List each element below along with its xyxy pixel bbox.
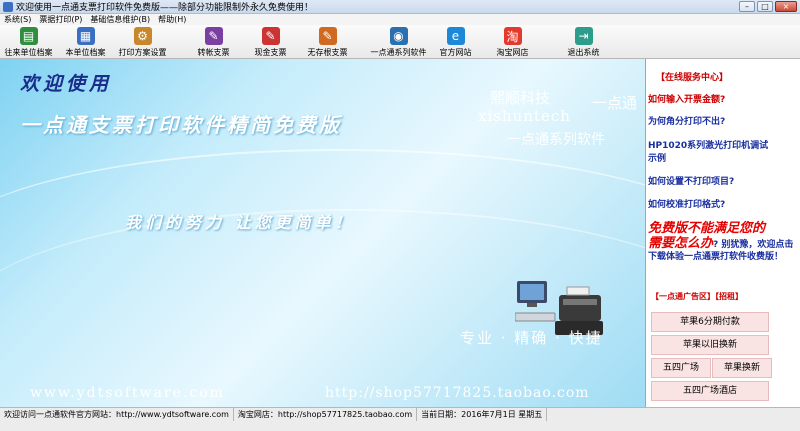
title-bar: 欢迎使用一点通支票打印软件免费版——除部分功能限制外永久免费使用！ – □ × xyxy=(0,0,800,14)
cash-check-icon: ✎ xyxy=(261,27,280,45)
shop-url[interactable]: http://shop57717825.taobao.com xyxy=(325,385,590,401)
product-name: 一点通支票打印软件精简免费版 xyxy=(20,113,342,137)
ad-area-label: 【一点通广告区】【招租】 xyxy=(651,292,743,301)
welcome-text: 欢迎使用 xyxy=(20,73,113,95)
close-button[interactable]: × xyxy=(775,1,797,12)
maximize-button[interactable]: □ xyxy=(757,1,773,12)
ad-button[interactable]: 苹果换新 xyxy=(712,358,772,378)
minimize-button[interactable]: – xyxy=(739,1,755,12)
stubless-check-icon: ✎ xyxy=(318,27,337,45)
status-website: 欢迎访问一点通软件官方网站：http://www.ydtsoftware.com xyxy=(0,408,234,421)
app-icon xyxy=(3,1,13,12)
toolbar-button[interactable]: ⇥ 退出系统 xyxy=(555,25,612,59)
toolbar-button-label: 现金支票 xyxy=(254,48,287,57)
toolbar-button[interactable]: ▦ 本单位档案 xyxy=(57,25,114,59)
transfer-check-icon: ✎ xyxy=(204,27,223,45)
toolbar-button-label: 打印方案设置 xyxy=(118,48,167,57)
brand-name-en: xishuntech xyxy=(478,107,571,125)
promo-headline: 需要怎么办 xyxy=(648,236,714,251)
brand-short-name: 一点通 xyxy=(592,94,638,112)
faq-link[interactable]: 如何设置不打印项目? xyxy=(648,174,734,187)
website-icon: e xyxy=(446,27,465,45)
service-center-title: 【在线服务中心】 xyxy=(656,73,729,83)
tagline-text: 专业 · 精确 · 快捷 xyxy=(460,329,603,347)
toolbar-button-label: 转帐支票 xyxy=(197,48,230,57)
faq-link[interactable]: 如何输入开票金额? xyxy=(648,92,725,105)
menu-print[interactable]: 票据打印(P) xyxy=(35,14,86,25)
menu-system[interactable]: 系统(S) xyxy=(0,14,35,25)
toolbar-button[interactable]: 淘淘宝网店 xyxy=(484,25,541,59)
software-series-text: 一点通系列软件 xyxy=(507,132,605,148)
ad-button[interactable]: 苹果6分期付款 xyxy=(651,312,769,332)
company-icon: ▦ xyxy=(76,27,95,45)
menu-bar: 系统(S) 票据打印(P) 基础信息维护(B) 帮助(H) xyxy=(0,14,800,25)
toolbar: ▤ 往来单位档案 ▦ 本单位档案 ⚙ 打印方案设置 ✎ 转帐支票 ✎ 现金支票 ✎ 无存根支票 ◉ 一点通… xyxy=(0,25,800,59)
toolbar-button[interactable]: ⚙ 打印方案设置 xyxy=(114,25,171,59)
toolbar-button-label: 本单位档案 xyxy=(65,48,106,57)
status-shop: 淘宝网店：http://shop57717825.taobao.com xyxy=(234,408,418,421)
welcome-banner: 欢迎使用 一点通支票打印软件精简免费版 熙顺科技 一点通 xishuntech … xyxy=(0,59,645,407)
toolbar-button[interactable]: e 官方网站 xyxy=(427,25,484,59)
software-series-icon: ◉ xyxy=(389,27,408,45)
website-url[interactable]: www.ydtsoftware.com xyxy=(30,385,225,401)
toolbar-button[interactable]: ✎ 无存根支票 xyxy=(299,25,356,59)
slogan-text: 我们的努力 让您更简单！ xyxy=(125,213,355,232)
window-controls: – □ × xyxy=(739,1,797,12)
window-title: 欢迎使用一点通支票打印软件免费版——除部分功能限制外永久免费使用！ xyxy=(16,3,314,13)
toolbar-button-label: 退出系统 xyxy=(567,48,600,57)
toolbar-button-label: 官方网站 xyxy=(439,48,472,57)
ad-button[interactable]: 五四广场酒店 xyxy=(651,381,769,401)
status-bar: 欢迎访问一点通软件官方网站：http://www.ydtsoftware.com… xyxy=(0,407,800,431)
faq-link[interactable]: 如何校准打印格式? xyxy=(648,197,725,210)
brand-name-cn: 熙顺科技 xyxy=(490,89,551,107)
ad-button[interactable]: 五四广场 xyxy=(651,358,711,378)
toolbar-button-label: 一点通系列软件 xyxy=(370,48,427,57)
toolbar-button[interactable]: ✎ 转帐支票 xyxy=(185,25,242,59)
exit-icon: ⇥ xyxy=(574,27,593,45)
promo-text[interactable]: 免费版不能满足您的 需要怎么办? 别犹豫，欢迎点击下载体验一点通票打软件收费版！ xyxy=(648,221,798,263)
toolbar-button-label: 无存根支票 xyxy=(307,48,348,57)
faq-link[interactable]: HP1020系列激光打印机调试 xyxy=(648,138,768,151)
toolbar-button-label: 淘宝网店 xyxy=(496,48,529,57)
toolbar-button[interactable]: ◉ 一点通系列软件 xyxy=(370,25,427,59)
faq-link[interactable]: 示例 xyxy=(648,151,666,164)
ad-button[interactable]: 苹果以旧换新 xyxy=(651,335,769,355)
faq-link[interactable]: 为何角分打印不出? xyxy=(648,114,725,127)
status-date: 当前日期：2016年7月1日 星期五 xyxy=(417,408,548,421)
toolbar-button[interactable]: ✎ 现金支票 xyxy=(242,25,299,59)
menu-help[interactable]: 帮助(H) xyxy=(154,14,190,25)
contacts-icon: ▤ xyxy=(19,27,38,45)
toolbar-button[interactable]: ▤ 往来单位档案 xyxy=(0,25,57,59)
menu-basic-info[interactable]: 基础信息维护(B) xyxy=(86,14,154,25)
toolbar-button-label: 往来单位档案 xyxy=(4,48,53,57)
print-settings-icon: ⚙ xyxy=(133,27,152,45)
service-sidebar: 【在线服务中心】 如何输入开票金额? 为何角分打印不出? HP1020系列激光打… xyxy=(645,59,800,407)
taobao-icon: 淘 xyxy=(503,27,522,45)
promo-headline: 免费版不能满足您的 xyxy=(648,221,766,236)
